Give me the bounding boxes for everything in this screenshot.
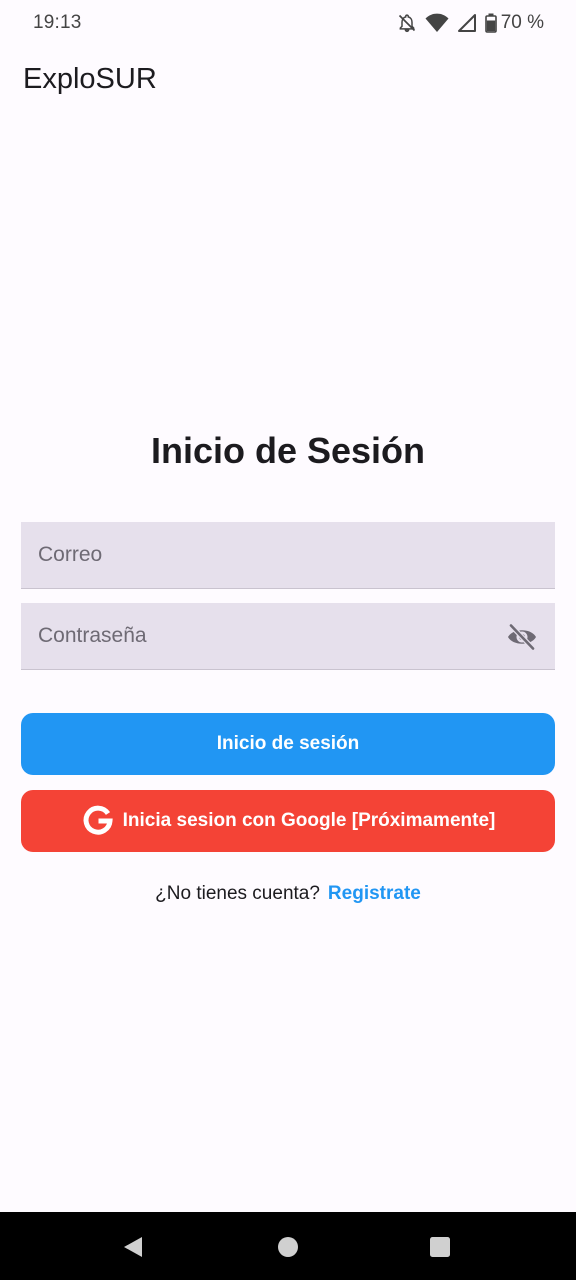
- signal-icon: [457, 13, 477, 33]
- navigation-bar: [0, 1212, 576, 1280]
- wifi-icon: [425, 13, 449, 33]
- battery-percent: 70 %: [500, 12, 544, 33]
- status-icons: 70 %: [397, 10, 544, 36]
- google-button-label: Inicia sesion con Google [Próximamente]: [122, 810, 496, 831]
- back-icon[interactable]: [118, 1232, 148, 1262]
- visibility-off-icon[interactable]: [505, 621, 539, 653]
- app-title: ExploSUR: [23, 63, 157, 95]
- login-button-label: Inicio de sesión: [216, 733, 360, 754]
- register-row: ¿No tienes cuenta? Registrate: [0, 883, 576, 905]
- register-link[interactable]: Registrate: [328, 883, 421, 905]
- google-icon: [81, 804, 115, 838]
- page-title: Inicio de Sesión: [150, 430, 426, 471]
- email-field-container[interactable]: [21, 522, 555, 589]
- status-bar: 19:13 70 %: [0, 0, 576, 46]
- notifications-off-icon: [397, 12, 417, 34]
- password-field-container[interactable]: [21, 603, 555, 670]
- google-signin-button[interactable]: Inicia sesion con Google [Próximamente]: [21, 790, 555, 852]
- email-field[interactable]: [21, 522, 555, 588]
- login-button[interactable]: Inicio de sesión: [21, 713, 555, 775]
- password-field[interactable]: [21, 603, 555, 669]
- register-question: ¿No tienes cuenta?: [155, 883, 320, 904]
- status-time: 19:13: [33, 12, 82, 33]
- recents-icon[interactable]: [425, 1232, 455, 1262]
- battery-icon: [484, 13, 497, 33]
- home-icon[interactable]: [273, 1232, 303, 1262]
